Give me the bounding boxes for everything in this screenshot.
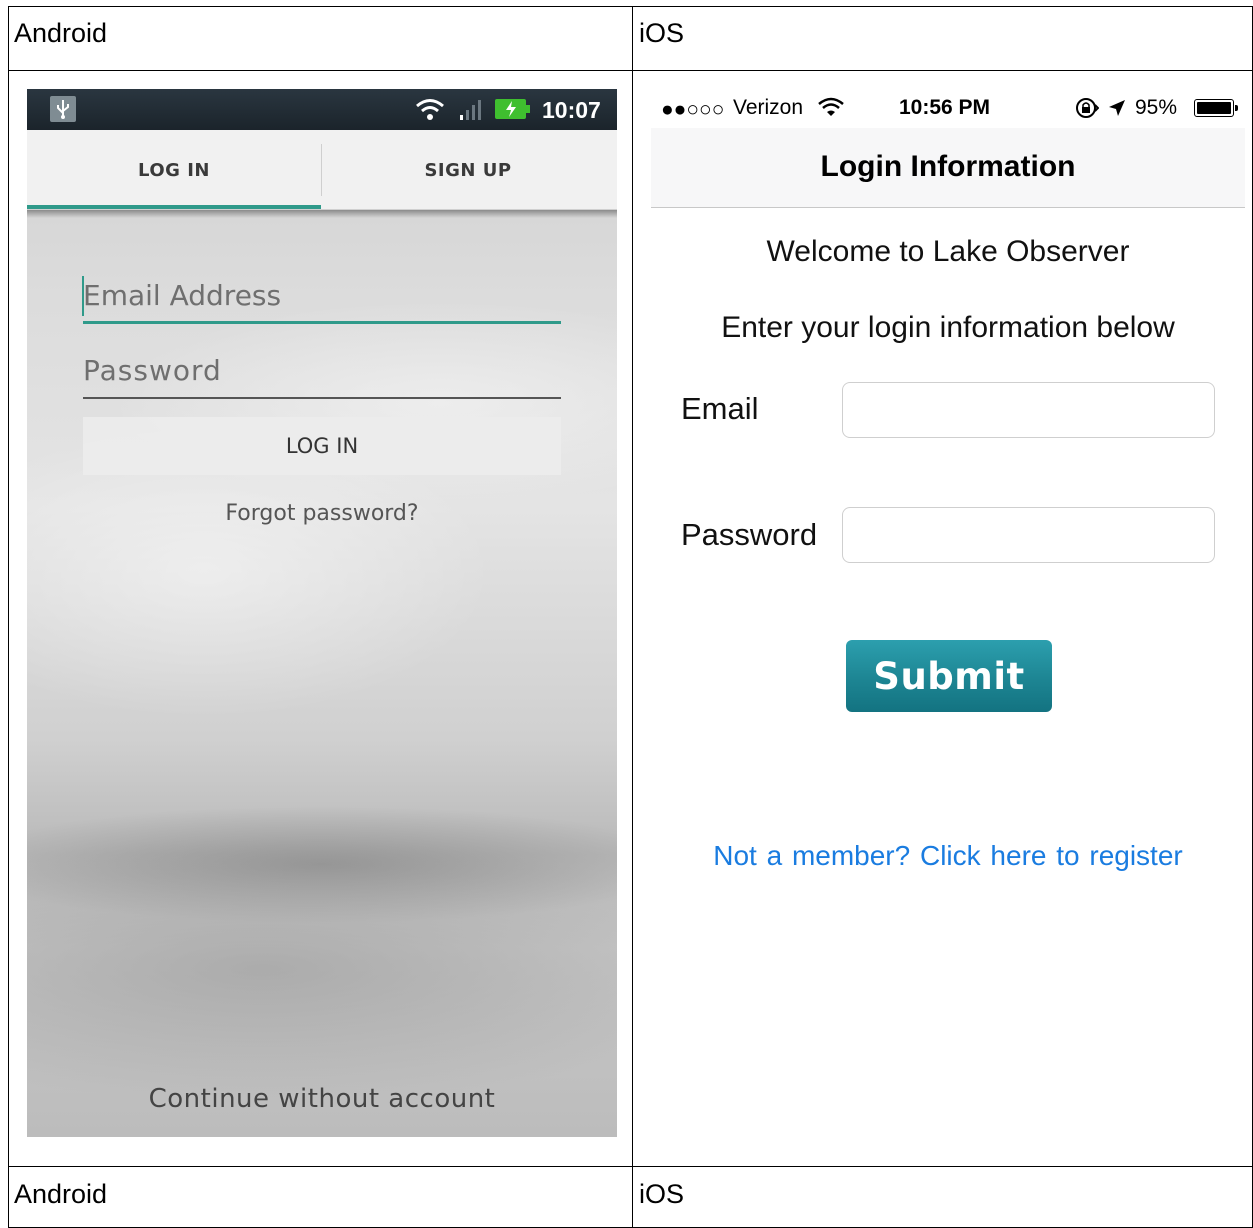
- battery-icon: [1194, 99, 1238, 117]
- email-label: Email: [681, 391, 759, 426]
- ios-email-field[interactable]: [842, 382, 1215, 438]
- table-header-android: Android: [14, 18, 108, 48]
- tab-log-in[interactable]: LOG IN: [27, 130, 321, 210]
- forgot-password-link[interactable]: Forgot password?: [27, 501, 617, 526]
- android-login-button[interactable]: LOG IN: [83, 417, 561, 475]
- submit-button[interactable]: Submit: [846, 640, 1052, 712]
- table-header-ios: iOS: [639, 18, 685, 48]
- tab-selected-indicator: [27, 205, 321, 209]
- table-column-divider: [632, 7, 633, 1227]
- android-login-screen: 10:07 LOG IN SIGN UP Email Address Passw…: [27, 89, 617, 1137]
- android-email-field[interactable]: Email Address: [82, 272, 561, 324]
- ios-status-bar: ●●○○○ Verizon 10:56 PM 95%: [651, 88, 1245, 128]
- usb-icon: [50, 96, 76, 122]
- android-password-field[interactable]: Password: [83, 347, 561, 399]
- password-placeholder: Password: [83, 354, 222, 387]
- ios-clock: 10:56 PM: [899, 96, 991, 119]
- android-clock: 10:07: [542, 97, 601, 123]
- location-arrow-icon: [1107, 98, 1127, 124]
- table-footer-android: Android: [14, 1179, 108, 1209]
- continue-without-account-link[interactable]: Continue without account: [27, 1084, 617, 1114]
- ios-navigation-bar: Login Information: [651, 128, 1245, 208]
- tab-bar-shadow: [27, 210, 617, 218]
- android-status-bar: 10:07: [27, 89, 617, 130]
- table-footer-ios: iOS: [639, 1179, 685, 1209]
- welcome-heading: Welcome to Lake Observer: [766, 235, 1130, 268]
- ios-password-field[interactable]: [842, 507, 1215, 563]
- login-instructions: Enter your login information below: [721, 311, 1175, 344]
- carrier-name: Verizon: [733, 96, 804, 119]
- table-row-divider: [9, 1166, 1252, 1167]
- page-title: Login Information: [820, 150, 1076, 183]
- register-link[interactable]: Not a member? Click here to register: [651, 840, 1245, 872]
- password-label: Password: [681, 517, 818, 552]
- email-placeholder: Email Address: [83, 279, 282, 312]
- battery-charging-icon: [495, 99, 530, 119]
- ios-login-screen: ●●○○○ Verizon 10:56 PM 95% Login Informa…: [651, 88, 1245, 1148]
- android-tab-bar: LOG IN SIGN UP: [27, 130, 617, 210]
- signal-icon: [460, 99, 484, 126]
- table-row-divider: [9, 70, 1252, 71]
- wifi-icon: [818, 97, 844, 123]
- signal-strength-dots: ●●○○○: [661, 98, 725, 121]
- tab-sign-up[interactable]: SIGN UP: [321, 130, 615, 210]
- battery-percent: 95%: [1135, 96, 1178, 119]
- wifi-icon: [415, 97, 445, 126]
- rotation-lock-icon: [1075, 97, 1100, 125]
